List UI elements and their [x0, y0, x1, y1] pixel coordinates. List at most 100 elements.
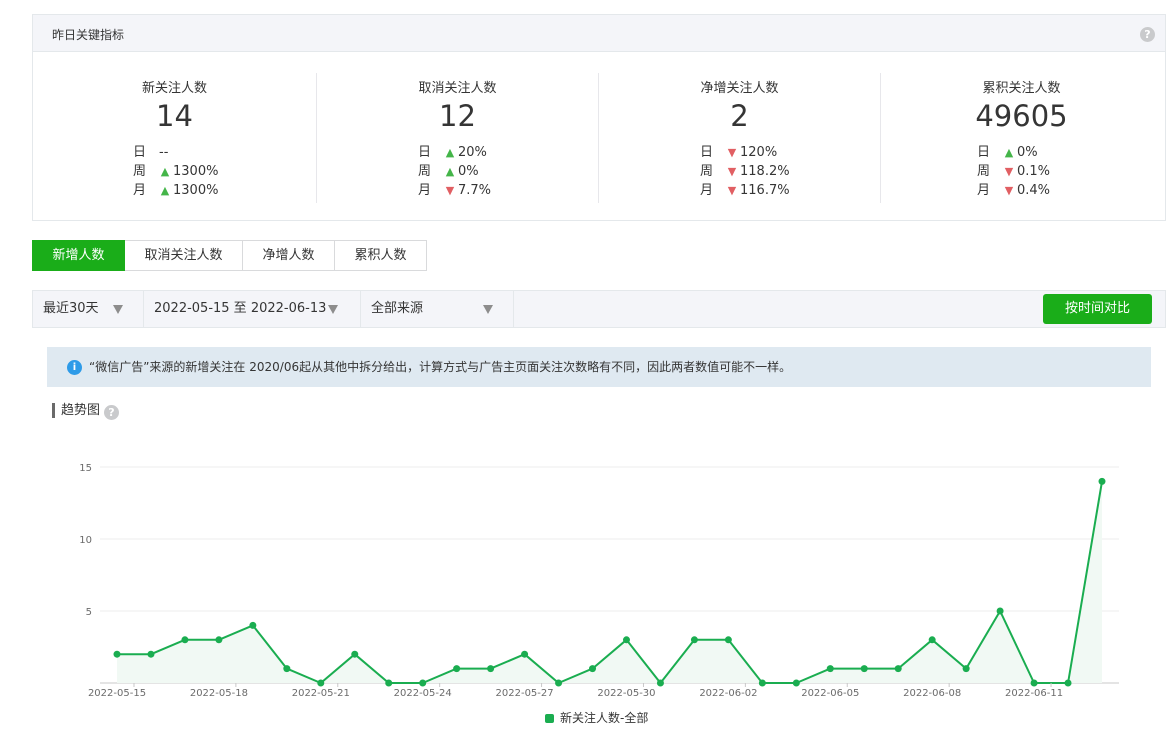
- data-point: [690, 636, 698, 644]
- tab-unfollows[interactable]: 取消关注人数: [125, 240, 243, 271]
- x-tick-label: 2022-05-30: [597, 688, 655, 699]
- row-value: 1300%: [173, 164, 219, 179]
- arrow-up-icon: ▲: [445, 146, 455, 159]
- date-range-picker[interactable]: 2022-05-15 至 2022-06-13: [144, 291, 361, 327]
- tab-net-follows[interactable]: 净增人数: [243, 240, 335, 271]
- data-point: [758, 679, 766, 687]
- notice-text: “微信广告”来源的新增关注在 2020/06起从其他中拆分给出，计算方式与广告主…: [89, 360, 792, 374]
- row-key: 周: [418, 164, 432, 179]
- compare-by-time-button[interactable]: 按时间对比: [1043, 294, 1152, 324]
- data-point: [521, 650, 529, 658]
- x-tick-label: 2022-06-08: [903, 688, 961, 699]
- row-value: 118.2%: [740, 164, 790, 179]
- arrow-down-icon: ▼: [727, 165, 737, 178]
- data-point: [622, 636, 630, 644]
- series-area: [117, 481, 1102, 683]
- tab-new-follows[interactable]: 新增人数: [32, 240, 125, 271]
- data-point: [860, 665, 868, 673]
- row-key: 月: [418, 183, 432, 198]
- data-point: [555, 679, 563, 687]
- metric-change-list: 日 ▲ 20% 周 ▲ 0% 月 ▼ 7.7%: [418, 143, 491, 200]
- row-value: 20%: [458, 145, 487, 160]
- metric-row-day: 日 ▼ 120%: [700, 143, 790, 162]
- data-point: [317, 679, 325, 687]
- row-key: 日: [977, 145, 991, 160]
- data-point: [113, 650, 121, 658]
- row-key: 周: [700, 164, 714, 179]
- dropdown-caret-icon: [483, 305, 493, 314]
- row-key: 周: [133, 164, 147, 179]
- help-icon[interactable]: ?: [1140, 27, 1155, 42]
- metric-label: 新关注人数: [141, 81, 207, 96]
- data-point: [1064, 679, 1072, 687]
- data-point: [894, 665, 902, 673]
- arrow-down-icon: ▼: [1004, 184, 1014, 197]
- x-tick-label: 2022-05-27: [496, 688, 554, 699]
- help-icon[interactable]: ?: [104, 405, 119, 420]
- x-tick-label: 2022-06-02: [699, 688, 757, 699]
- data-point: [724, 636, 732, 644]
- row-value: 0%: [1017, 145, 1038, 160]
- x-tick-label: 2022-05-24: [394, 688, 452, 699]
- date-range-value: 2022-05-15 至 2022-06-13: [154, 301, 327, 316]
- dropdown-caret-icon: [328, 305, 338, 314]
- y-tick-label: 10: [79, 535, 92, 546]
- data-point: [656, 679, 664, 687]
- arrow-up-icon: ▲: [160, 165, 170, 178]
- filter-bar: 最近30天 2022-05-15 至 2022-06-13 全部来源 按时间对比: [32, 290, 1166, 328]
- chart-legend[interactable]: 新关注人数-全部: [545, 711, 648, 725]
- arrow-down-icon: ▼: [727, 146, 737, 159]
- metric-value: 2: [730, 99, 749, 133]
- metric-row-week: 周 ▲ 1300%: [133, 162, 218, 181]
- data-point: [792, 679, 800, 687]
- row-value: 7.7%: [458, 183, 492, 198]
- data-point: [351, 650, 359, 658]
- row-value: 116.7%: [740, 183, 790, 198]
- data-point: [453, 665, 461, 673]
- period-select[interactable]: 最近30天: [33, 291, 144, 327]
- arrow-down-icon: ▼: [727, 184, 737, 197]
- row-key: 月: [977, 183, 991, 198]
- data-point: [249, 621, 257, 629]
- tab-total-follows[interactable]: 累积人数: [335, 240, 427, 271]
- metric-change-list: 日 ▲ 0% 周 ▼ 0.1% 月 ▼ 0.4%: [977, 143, 1050, 200]
- x-tick-label: 2022-06-11: [1005, 688, 1063, 699]
- metric-card-new-follows: 新关注人数 14 日 -- 周 ▲ 1300% 月 ▲ 1300%: [33, 73, 316, 203]
- metric-row-month: 月 ▼ 0.4%: [977, 181, 1050, 200]
- metric-card-total-follows: 累积关注人数 49605 日 ▲ 0% 周 ▼ 0.1% 月 ▼ 0.4%: [880, 73, 1163, 203]
- arrow-up-icon: ▲: [445, 165, 455, 178]
- row-key: 月: [700, 183, 714, 198]
- metric-row-week: 周 ▼ 118.2%: [700, 162, 790, 181]
- metric-value: 12: [439, 99, 476, 133]
- metric-row-day: 日 ▲ 0%: [977, 143, 1050, 162]
- data-point: [962, 665, 970, 673]
- metric-label: 取消关注人数: [418, 81, 497, 96]
- data-point: [1030, 679, 1038, 687]
- data-point: [283, 665, 291, 673]
- row-value: 0.1%: [1017, 164, 1051, 179]
- row-key: 日: [700, 145, 714, 160]
- period-select-value: 最近30天: [43, 301, 99, 316]
- legend-swatch: [545, 714, 554, 723]
- metric-label: 净增关注人数: [700, 81, 779, 96]
- metric-card-unfollows: 取消关注人数 12 日 ▲ 20% 周 ▲ 0% 月 ▼ 7.7%: [316, 73, 599, 203]
- data-point: [147, 650, 155, 658]
- metric-card-net-follows: 净增关注人数 2 日 ▼ 120% 周 ▼ 118.2% 月 ▼ 116.7%: [598, 73, 881, 203]
- row-value: 120%: [740, 145, 778, 160]
- data-point: [181, 636, 189, 644]
- metric-row-month: 月 ▼ 116.7%: [700, 181, 790, 200]
- row-key: 日: [418, 145, 432, 160]
- data-point: [1098, 477, 1106, 485]
- data-point: [996, 607, 1004, 615]
- source-select[interactable]: 全部来源: [361, 291, 514, 327]
- source-select-value: 全部来源: [371, 301, 424, 316]
- arrow-down-icon: ▼: [1004, 165, 1014, 178]
- x-tick-label: 2022-05-15: [88, 688, 146, 699]
- trend-chart-title: 趋势图: [52, 403, 100, 418]
- metric-tabs: 新增人数 取消关注人数 净增人数 累积人数: [32, 240, 427, 271]
- data-point: [589, 665, 597, 673]
- data-point: [385, 679, 393, 687]
- row-key: 日: [133, 145, 147, 160]
- x-tick-label: 2022-06-05: [801, 688, 859, 699]
- dropdown-caret-icon: [113, 305, 123, 314]
